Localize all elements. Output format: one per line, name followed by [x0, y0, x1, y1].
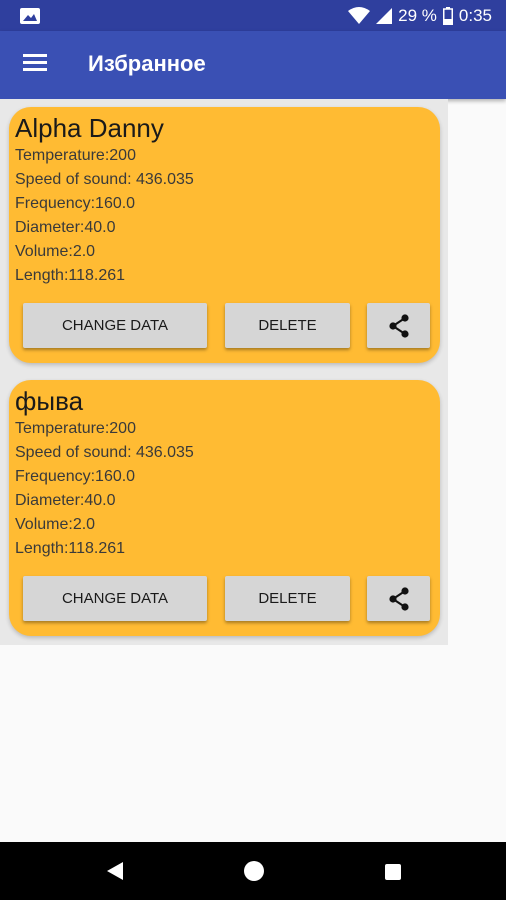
favorite-name: Alpha Danny [15, 113, 164, 143]
list-item: Alpha Danny Temperature:200 Speed of sou… [0, 99, 448, 372]
recent-apps-icon[interactable] [385, 864, 401, 880]
length-value: Length:118.261 [15, 267, 126, 284]
diameter-value: Diameter:40.0 [15, 492, 116, 509]
cell-signal-icon [376, 8, 393, 24]
speed-of-sound-value: Speed of sound: 436.035 [15, 171, 194, 188]
change-data-button[interactable]: CHANGE DATA [23, 303, 207, 348]
favorite-card: Alpha Danny Temperature:200 Speed of sou… [9, 107, 440, 363]
temperature-value: Temperature:200 [15, 420, 136, 437]
delete-button[interactable]: DELETE [225, 303, 350, 348]
temperature-value: Temperature:200 [15, 147, 136, 164]
change-data-button[interactable]: CHANGE DATA [23, 576, 207, 621]
battery-percent: 29 % [398, 6, 437, 25]
back-icon[interactable] [107, 862, 123, 880]
wifi-icon [348, 7, 371, 24]
speed-of-sound-value: Speed of sound: 436.035 [15, 444, 194, 461]
page-title: Избранное [88, 51, 206, 76]
status-bar: 29 % 0:35 [0, 0, 506, 31]
battery-icon [442, 7, 453, 25]
image-notification-icon [20, 8, 40, 24]
diameter-value: Diameter:40.0 [15, 219, 116, 236]
app-bar: Избранное [0, 31, 506, 99]
favorites-list: Alpha Danny Temperature:200 Speed of sou… [0, 99, 448, 645]
favorite-card: фыва Temperature:200 Speed of sound: 436… [9, 380, 440, 636]
home-icon[interactable] [244, 861, 264, 881]
share-icon [388, 313, 409, 338]
delete-button[interactable]: DELETE [225, 576, 350, 621]
favorite-name: фыва [15, 386, 84, 416]
frequency-value: Frequency:160.0 [15, 468, 136, 485]
share-icon [388, 586, 409, 611]
system-navigation-bar [0, 842, 506, 900]
share-button[interactable] [367, 576, 430, 621]
frequency-value: Frequency:160.0 [15, 195, 136, 212]
share-button[interactable] [367, 303, 430, 348]
list-item: фыва Temperature:200 Speed of sound: 436… [0, 372, 448, 645]
clock: 0:35 [458, 6, 492, 25]
volume-value: Volume:2.0 [15, 516, 96, 533]
length-value: Length:118.261 [15, 540, 126, 557]
volume-value: Volume:2.0 [15, 243, 96, 260]
hamburger-menu-icon[interactable] [18, 51, 52, 79]
